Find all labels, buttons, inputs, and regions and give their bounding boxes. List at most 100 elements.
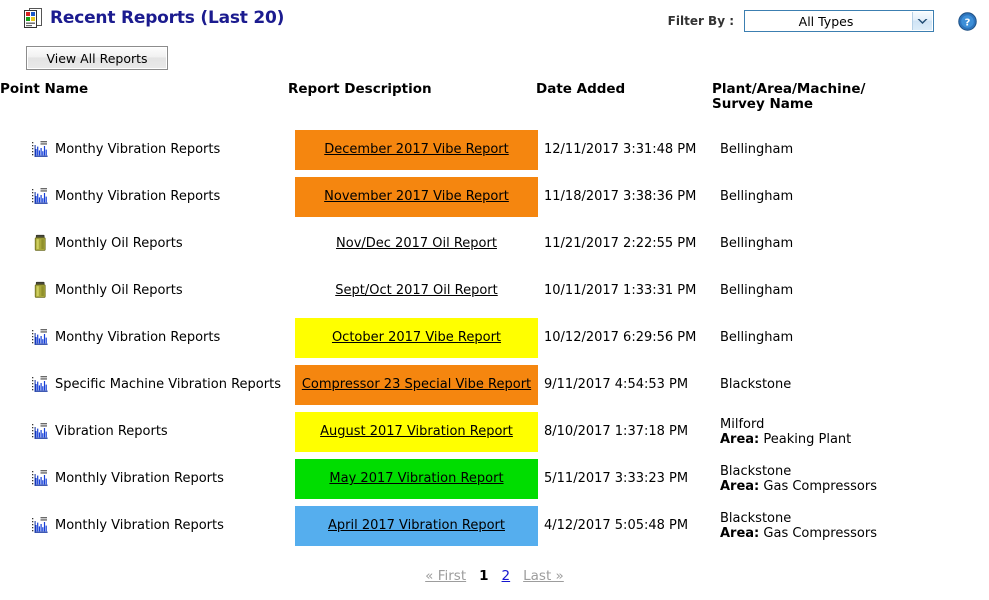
report-highlight-box: May 2017 Vibration Report — [295, 458, 538, 499]
cell-report-description: April 2017 Vibration Report — [288, 502, 538, 549]
date-added-value: 11/18/2017 3:38:36 PM — [544, 189, 697, 204]
plant-area-label: Area: — [720, 478, 760, 494]
cell-plant: Bellingham — [712, 314, 989, 361]
report-description-link[interactable]: April 2017 Vibration Report — [328, 518, 505, 533]
cell-point-name: Monthly Oil Reports — [0, 220, 288, 267]
point-name-cell: Monthy Vibration Reports — [0, 187, 288, 206]
report-description-cell: November 2017 Vibe Report — [288, 176, 538, 217]
table-row: Monthly Oil Reports Nov/Dec 2017 Oil Repo… — [0, 220, 989, 267]
table-row: Monthy Vibration Reports October 2017 Vib… — [0, 314, 989, 361]
plant-cell: Bellingham — [712, 236, 989, 251]
pagination-page-1: 1 — [479, 568, 489, 584]
date-added-value: 12/11/2017 3:31:48 PM — [544, 142, 697, 157]
bar-chart-icon-svg — [32, 141, 48, 157]
date-added-value: 10/11/2017 1:33:31 PM — [544, 283, 697, 298]
point-name-cell: Specific Machine Vibration Reports — [0, 375, 288, 394]
page-title: Recent Reports (Last 20) — [50, 8, 285, 28]
date-added-value: 10/12/2017 6:29:56 PM — [544, 330, 697, 345]
report-description-link[interactable]: Compressor 23 Special Vibe Report — [302, 377, 531, 392]
pagination-first[interactable]: « First — [425, 568, 466, 584]
report-highlight-box: Nov/Dec 2017 Oil Report — [295, 224, 538, 264]
cell-date-added: 4/12/2017 5:05:48 PM — [536, 502, 712, 549]
plant-area-value: Peaking Plant — [763, 431, 852, 447]
pagination-last[interactable]: Last » — [523, 568, 564, 584]
cell-point-name: Monthy Vibration Reports — [0, 126, 288, 173]
cell-date-added: 11/21/2017 2:22:55 PM — [536, 220, 712, 267]
plant-name: Blackstone — [720, 463, 792, 479]
plant-area-line: Area: Peaking Plant — [720, 432, 989, 447]
pagination: « First 1 2 Last » — [0, 568, 989, 584]
cell-report-description: August 2017 Vibration Report — [288, 408, 538, 455]
plant-cell: Milford Area: Peaking Plant — [712, 417, 989, 447]
report-description-cell: October 2017 Vibe Report — [288, 317, 538, 358]
point-name-cell: Monthy Vibration Reports — [0, 328, 288, 347]
report-description-link[interactable]: December 2017 Vibe Report — [324, 142, 508, 157]
date-added-value: 9/11/2017 4:54:53 PM — [544, 377, 689, 392]
bar-chart-icon — [32, 328, 49, 347]
filter-selected-value: All Types — [798, 13, 854, 29]
report-list-icon-svg — [24, 8, 42, 28]
cell-plant: Milford Area: Peaking Plant — [712, 408, 989, 455]
cell-report-description: December 2017 Vibe Report — [288, 126, 538, 173]
svg-text:?: ? — [965, 17, 971, 28]
plant-name: Bellingham — [720, 236, 794, 251]
report-highlight-box: April 2017 Vibration Report — [295, 505, 538, 546]
plant-name: Bellingham — [720, 189, 794, 204]
point-name-cell: Monthly Oil Reports — [0, 281, 288, 300]
chevron-down-icon[interactable] — [912, 12, 932, 30]
cell-point-name: Monthy Vibration Reports — [0, 173, 288, 220]
point-name-cell: Monthy Vibration Reports — [0, 140, 288, 159]
filter-block: Filter By : All Types ? — [668, 10, 977, 32]
cell-date-added: 10/11/2017 1:33:31 PM — [536, 267, 712, 314]
report-description-cell: Compressor 23 Special Vibe Report — [288, 364, 538, 405]
cell-point-name: Monthly Vibration Reports — [0, 455, 288, 502]
view-all-reports-button[interactable]: View All Reports — [26, 46, 168, 70]
plant-cell: Bellingham — [712, 189, 989, 204]
pagination-page-2[interactable]: 2 — [502, 568, 511, 584]
table-row: Monthly Vibration Reports May 2017 Vibrat… — [0, 455, 989, 502]
view-all-reports-wrap: View All Reports — [26, 46, 168, 70]
plant-area-value: Gas Compressors — [763, 525, 877, 541]
point-name-cell: Vibration Reports — [0, 422, 288, 441]
point-name-cell: Monthly Vibration Reports — [0, 469, 288, 488]
help-icon-svg: ? — [958, 11, 977, 31]
oil-jar-icon — [32, 234, 49, 253]
report-description-cell: December 2017 Vibe Report — [288, 129, 538, 170]
cell-report-description: May 2017 Vibration Report — [288, 455, 538, 502]
bar-chart-icon-svg — [32, 188, 48, 204]
plant-cell: Bellingham — [712, 142, 989, 157]
report-highlight-box: August 2017 Vibration Report — [295, 411, 538, 452]
report-description-link[interactable]: May 2017 Vibration Report — [329, 471, 503, 486]
point-name-label: Specific Machine Vibration Reports — [55, 377, 281, 392]
report-description-cell: May 2017 Vibration Report — [288, 458, 538, 499]
filter-type-select[interactable]: All Types — [744, 10, 934, 32]
help-icon[interactable]: ? — [944, 11, 977, 31]
report-description-link[interactable]: November 2017 Vibe Report — [324, 189, 509, 204]
date-added-value: 4/12/2017 5:05:48 PM — [544, 518, 689, 533]
cell-date-added: 10/12/2017 6:29:56 PM — [536, 314, 712, 361]
point-name-label: Monthy Vibration Reports — [55, 142, 221, 157]
table-row: Monthly Oil Reports Sept/Oct 2017 Oil Rep… — [0, 267, 989, 314]
point-name-cell: Monthly Oil Reports — [0, 234, 288, 253]
cell-plant: Blackstone — [712, 361, 989, 408]
bar-chart-icon-svg — [32, 423, 48, 439]
report-description-link[interactable]: Nov/Dec 2017 Oil Report — [336, 236, 497, 251]
point-name-label: Monthly Oil Reports — [55, 236, 183, 251]
plant-name: Blackstone — [720, 510, 792, 526]
report-description-link[interactable]: October 2017 Vibe Report — [332, 330, 501, 345]
cell-date-added: 5/11/2017 3:33:23 PM — [536, 455, 712, 502]
report-list-icon — [24, 8, 42, 28]
cell-plant: Blackstone Area: Gas Compressors — [712, 502, 989, 549]
cell-plant: Bellingham — [712, 126, 989, 173]
report-description-link[interactable]: Sept/Oct 2017 Oil Report — [335, 283, 498, 298]
cell-report-description: Compressor 23 Special Vibe Report — [288, 361, 538, 408]
cell-plant: Blackstone Area: Gas Compressors — [712, 455, 989, 502]
column-header-plant-line2: Survey Name — [712, 96, 814, 112]
cell-report-description: Sept/Oct 2017 Oil Report — [288, 267, 536, 314]
bar-chart-icon — [32, 422, 49, 441]
cell-point-name: Vibration Reports — [0, 408, 288, 455]
plant-name: Blackstone — [720, 377, 792, 392]
report-description-cell: August 2017 Vibration Report — [288, 411, 538, 452]
cell-point-name: Specific Machine Vibration Reports — [0, 361, 288, 408]
report-description-link[interactable]: August 2017 Vibration Report — [320, 424, 513, 439]
